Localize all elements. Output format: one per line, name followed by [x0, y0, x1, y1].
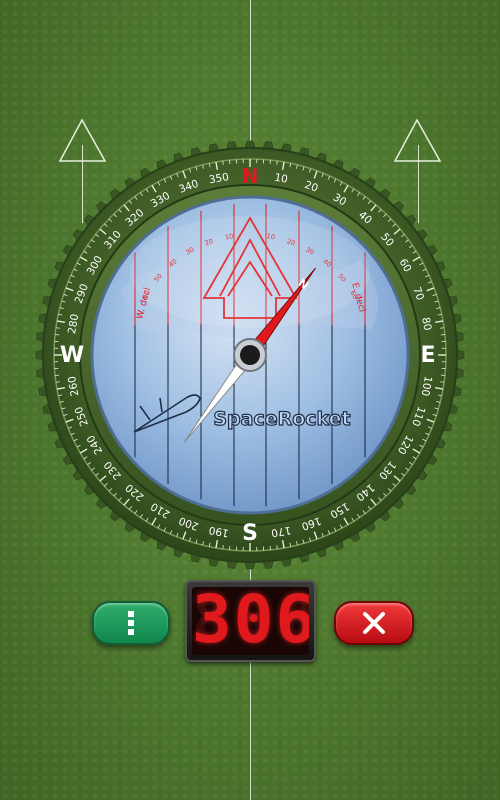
needle-pivot — [240, 345, 260, 365]
degree-tick — [276, 160, 278, 165]
degree-tick — [440, 381, 445, 383]
east-label: E — [420, 343, 435, 368]
heading-value: 306 — [192, 587, 309, 655]
close-x-icon — [363, 612, 385, 634]
heading-display: 888 306 — [185, 580, 316, 662]
degree-tick — [55, 381, 60, 383]
close-button[interactable] — [334, 601, 414, 645]
degree-tick — [440, 327, 445, 329]
degree-tick — [222, 160, 224, 165]
vertical-dots-icon — [128, 611, 134, 635]
degree-tick — [55, 327, 60, 329]
south-label: S — [242, 521, 258, 546]
degree-label: 10 — [273, 172, 288, 186]
degree-tick — [222, 545, 224, 550]
brand-label: SpaceRocket — [213, 408, 350, 430]
degree-label: 80 — [419, 316, 433, 331]
degree-tick — [276, 545, 278, 550]
compass-dial[interactable]: 1020304050607080100110120130140150160170… — [0, 0, 500, 800]
north-label: N — [242, 164, 259, 188]
menu-button[interactable] — [92, 601, 170, 645]
west-label: W — [60, 343, 84, 368]
